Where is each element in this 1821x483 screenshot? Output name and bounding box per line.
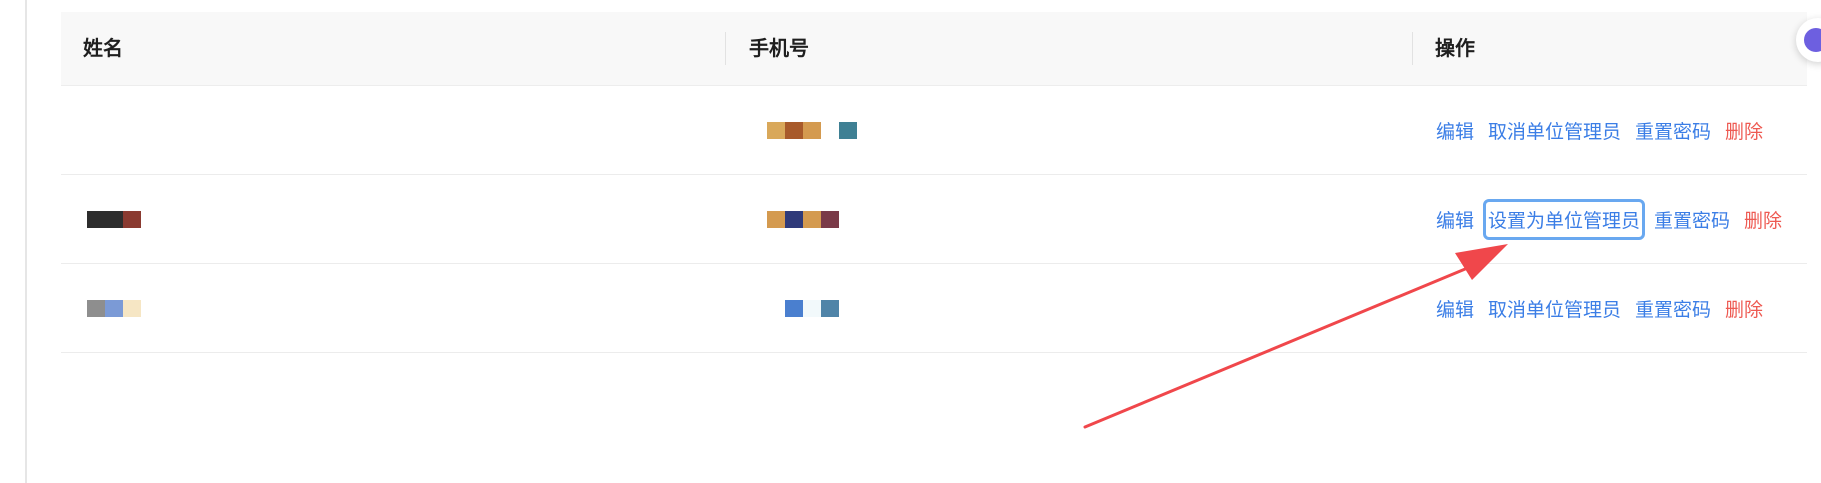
assistant-icon	[1804, 28, 1821, 52]
annotation-arrow	[1083, 244, 1508, 429]
